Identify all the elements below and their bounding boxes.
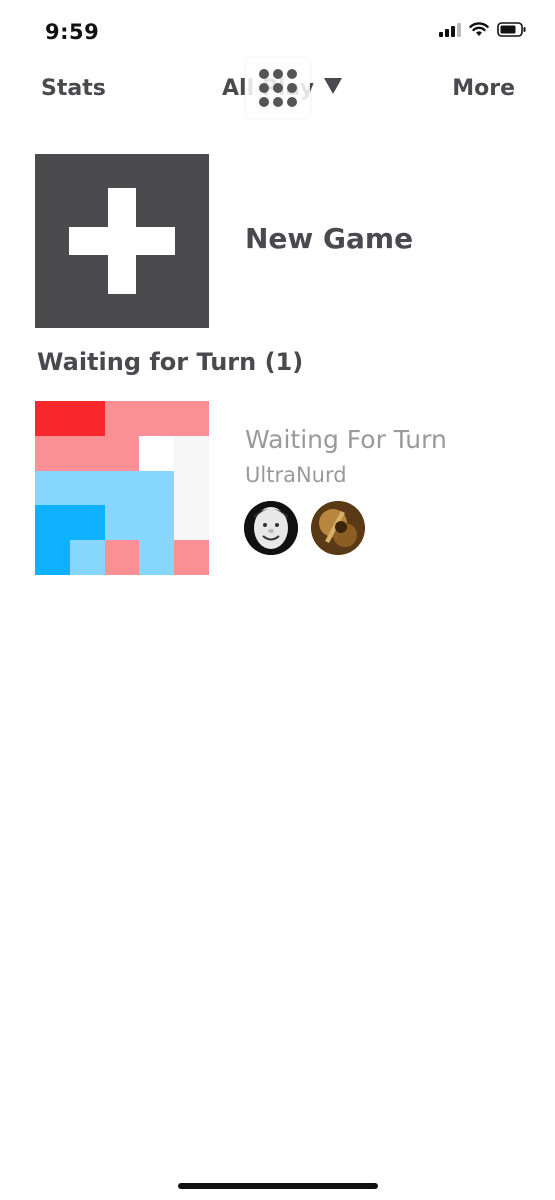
board-cell <box>139 540 175 575</box>
new-game-tile <box>35 154 209 328</box>
game-status: Waiting For Turn <box>245 425 447 454</box>
player-avatar <box>244 501 298 555</box>
stats-button[interactable]: Stats <box>41 76 106 101</box>
board-cell <box>69 505 105 541</box>
board-cell <box>139 470 175 506</box>
game-board-thumbnail <box>35 401 209 575</box>
opponent-name: UltraNurd <box>245 463 347 487</box>
board-cell <box>174 470 209 506</box>
board-cell <box>104 505 140 541</box>
triangle-down-icon <box>323 77 342 94</box>
game-list-item[interactable]: Waiting For Turn UltraNurd <box>35 401 535 576</box>
board-cell <box>104 435 140 471</box>
board-cell <box>174 435 209 471</box>
new-game-button[interactable]: New Game <box>35 154 535 329</box>
home-indicator[interactable] <box>178 1183 378 1189</box>
board-cell <box>174 540 209 575</box>
board-cell <box>35 435 70 471</box>
board-cell <box>139 401 175 436</box>
board-cell <box>139 505 175 541</box>
wifi-icon <box>469 22 489 37</box>
new-game-label: New Game <box>245 222 414 255</box>
dot-grid-icon[interactable] <box>246 58 310 118</box>
board-cell <box>35 401 70 436</box>
status-time: 9:59 <box>45 20 100 44</box>
board-cell <box>69 435 105 471</box>
status-bar: 9:59 <box>0 0 555 60</box>
board-cell <box>35 505 70 541</box>
battery-icon <box>497 22 527 37</box>
board-cell <box>174 505 209 541</box>
opponent-avatar <box>311 501 365 555</box>
board-cell <box>104 540 140 575</box>
board-cell <box>35 540 70 575</box>
board-cell <box>104 401 140 436</box>
board-cell <box>104 470 140 506</box>
section-header: Waiting for Turn (1) <box>37 348 304 376</box>
board-cell <box>69 470 105 506</box>
board-cell <box>139 435 175 471</box>
board-cell <box>35 470 70 506</box>
more-button[interactable]: More <box>452 76 515 101</box>
board-cell <box>174 401 209 436</box>
status-icons <box>439 22 527 37</box>
board-cell <box>69 540 105 575</box>
board-cell <box>69 401 105 436</box>
signal-icon <box>439 22 461 37</box>
